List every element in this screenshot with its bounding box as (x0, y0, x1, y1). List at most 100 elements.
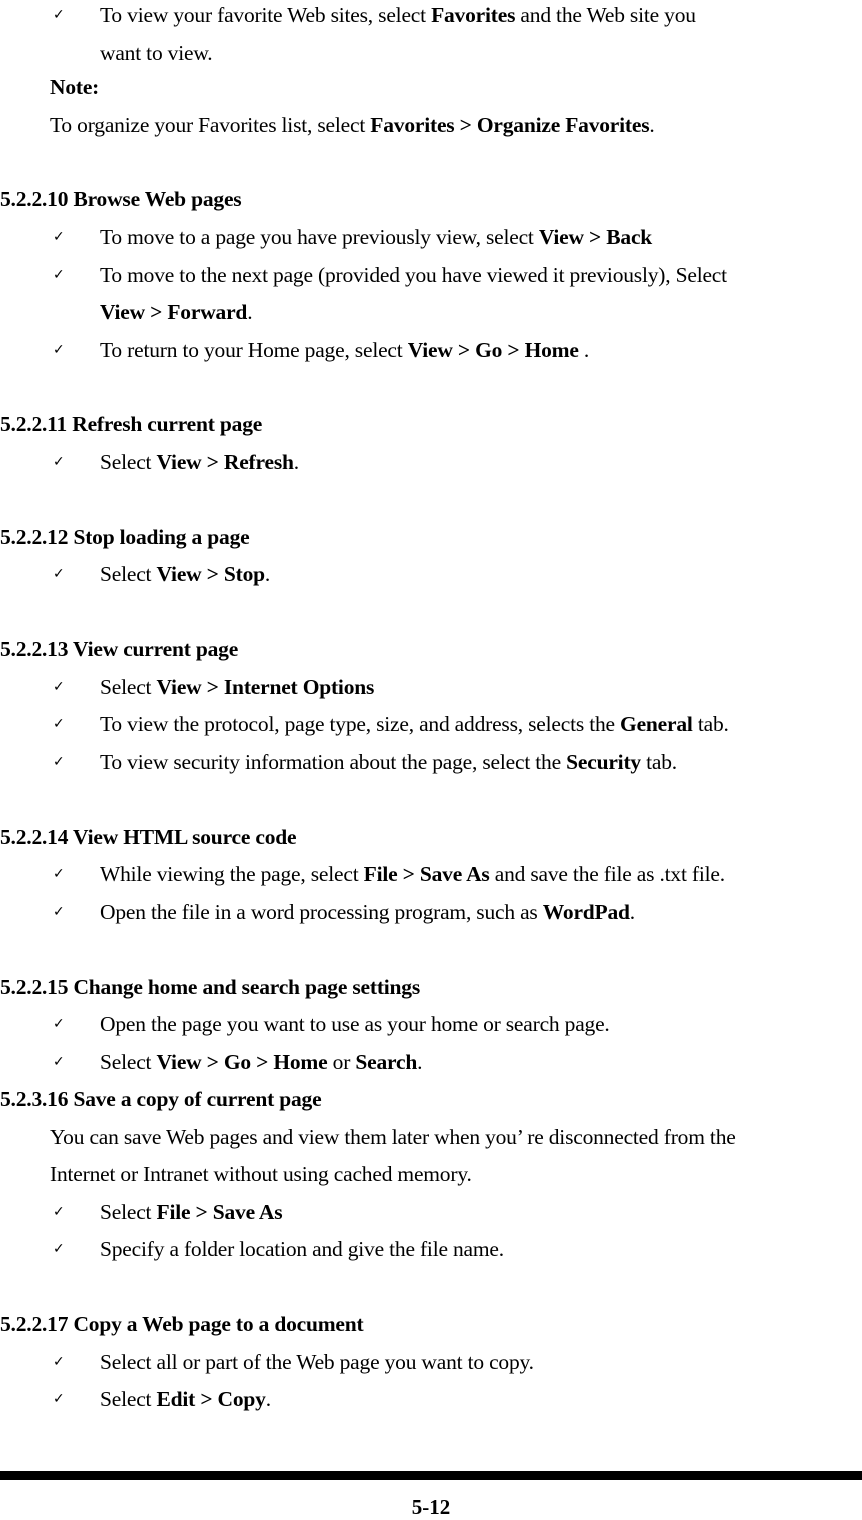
paragraph: Note: (50, 74, 99, 100)
checkmark-bullet-icon: ✓ (53, 1204, 65, 1220)
bold-menu-path: View > Back (538, 225, 653, 249)
bold-menu-path: File > Save As (363, 862, 490, 886)
text-run: To move to a page you have previously vi… (100, 225, 539, 249)
section-heading: 5.2.2.14 View HTML source code (0, 824, 297, 850)
section-heading: 5.2.2.11 Refresh current page (0, 411, 262, 437)
bold-menu-path: Favorites (431, 3, 516, 27)
text-run: tab. (640, 750, 677, 774)
text-run: . (649, 113, 655, 137)
bold-menu-path: View > Forward (100, 300, 248, 324)
checkmark-bullet-icon: ✓ (53, 1016, 65, 1032)
section-heading: 5.2.2.12 Stop loading a page (0, 524, 250, 550)
bullet-continuation: View > Forward. (100, 299, 253, 325)
text-run: . (629, 900, 635, 924)
checkmark-bullet-icon: ✓ (53, 566, 65, 582)
bullet-item: To view security information about the p… (100, 749, 677, 775)
text-run: Open the page you want to use as your ho… (100, 1012, 610, 1036)
text-run: 5.2.2.17 Copy a Web page to a document (0, 1312, 364, 1336)
bullet-item: To view your favorite Web sites, select … (100, 2, 696, 28)
text-run: . (265, 1387, 271, 1411)
section-heading: 5.2.2.10 Browse Web pages (0, 186, 242, 212)
text-run: To move to the next page (provided you h… (100, 263, 727, 287)
bold-menu-path: View > Go > Home (156, 1050, 328, 1074)
footer-rule (0, 1471, 862, 1480)
section-heading: 5.2.2.13 View current page (0, 636, 238, 662)
text-run: Select (100, 450, 157, 474)
section-heading: 5.2.3.16 Save a copy of current page (0, 1086, 322, 1112)
text-run: or (327, 1050, 356, 1074)
checkmark-bullet-icon: ✓ (53, 1354, 65, 1370)
checkmark-bullet-icon: ✓ (53, 866, 65, 882)
bold-menu-path: Note: (50, 75, 100, 99)
text-run: and save the file as .txt file. (489, 862, 725, 886)
bold-menu-path: Security (566, 750, 641, 774)
text-run: 5.2.2.14 View HTML source code (0, 825, 297, 849)
text-run: Internet or Intranet without using cache… (50, 1162, 472, 1186)
bullet-item: Select View > Stop. (100, 561, 270, 587)
section-heading: 5.2.2.15 Change home and search page set… (0, 974, 420, 1000)
bold-menu-path: Search (355, 1050, 418, 1074)
section-heading: 5.2.2.17 Copy a Web page to a document (0, 1311, 364, 1337)
text-run: To view security information about the p… (100, 750, 567, 774)
checkmark-bullet-icon: ✓ (53, 267, 65, 283)
page-number: 5-12 (411, 1495, 451, 1519)
text-run: To view your favorite Web sites, select (100, 3, 432, 27)
checkmark-bullet-icon: ✓ (53, 229, 65, 245)
text-run: While viewing the page, select (100, 862, 364, 886)
text-run: Select (100, 675, 157, 699)
text-run: . (293, 450, 299, 474)
bullet-item: Open the file in a word processing progr… (100, 899, 635, 925)
bullet-item: Open the page you want to use as your ho… (100, 1011, 610, 1037)
bullet-item: To return to your Home page, select View… (100, 337, 589, 363)
text-run: You can save Web pages and view them lat… (50, 1125, 736, 1149)
bullet-item: Select View > Internet Options (100, 674, 374, 700)
text-run: To return to your Home page, select (100, 338, 408, 362)
bold-menu-path: WordPad (542, 900, 630, 924)
bold-menu-path: General (620, 712, 693, 736)
checkmark-bullet-icon: ✓ (53, 716, 65, 732)
text-run: Select (100, 1050, 157, 1074)
text-run: 5.2.2.12 Stop loading a page (0, 525, 250, 549)
text-run: 5.2.2.13 View current page (0, 637, 239, 661)
text-run: want to view. (100, 41, 213, 65)
bullet-item: Select all or part of the Web page you w… (100, 1349, 534, 1375)
checkmark-bullet-icon: ✓ (53, 679, 65, 695)
text-run: Select (100, 1387, 157, 1411)
text-run: Select all or part of the Web page you w… (100, 1350, 534, 1374)
text-run: Open the file in a word processing progr… (100, 900, 543, 924)
text-run: and the Web site you (515, 3, 696, 27)
bold-menu-path: View > Stop (156, 562, 266, 586)
checkmark-bullet-icon: ✓ (53, 754, 65, 770)
text-run: To organize your Favorites list, select (50, 113, 371, 137)
text-run: To view the protocol, page type, size, a… (100, 712, 621, 736)
bold-menu-path: File > Save As (156, 1200, 283, 1224)
text-run: . (417, 1050, 423, 1074)
bold-menu-path: View > Go > Home (407, 338, 579, 362)
checkmark-bullet-icon: ✓ (53, 1241, 65, 1257)
checkmark-bullet-icon: ✓ (53, 454, 65, 470)
checkmark-bullet-icon: ✓ (53, 342, 65, 358)
text-run: 5.2.2.11 Refresh current page (0, 412, 263, 436)
bold-menu-path: Favorites > Organize Favorites (370, 113, 650, 137)
bullet-item: Select View > Go > Home or Search. (100, 1049, 422, 1075)
bold-menu-path: Edit > Copy (156, 1387, 266, 1411)
paragraph: You can save Web pages and view them lat… (50, 1124, 736, 1150)
text-run: 5.2.3.16 Save a copy of current page (0, 1087, 322, 1111)
bullet-item: Select File > Save As (100, 1199, 283, 1225)
bullet-continuation: want to view. (100, 40, 213, 66)
checkmark-bullet-icon: ✓ (53, 7, 65, 23)
text-run: 5.2.2.10 Browse Web pages (0, 187, 242, 211)
text-run: 5.2.2.15 Change home and search page set… (0, 975, 421, 999)
bullet-item: Select Edit > Copy. (100, 1386, 271, 1412)
bold-menu-path: View > Internet Options (156, 675, 375, 699)
paragraph: To organize your Favorites list, select … (50, 112, 655, 138)
checkmark-bullet-icon: ✓ (53, 1054, 65, 1070)
bold-menu-path: View > Refresh (156, 450, 294, 474)
text-run: . (578, 338, 590, 362)
text-run: Select (100, 562, 157, 586)
bullet-item: Select View > Refresh. (100, 449, 299, 475)
paragraph: Internet or Intranet without using cache… (50, 1161, 472, 1187)
bullet-item: While viewing the page, select File > Sa… (100, 861, 725, 887)
bullet-item: To move to the next page (provided you h… (100, 262, 727, 288)
bullet-item: To view the protocol, page type, size, a… (100, 711, 729, 737)
